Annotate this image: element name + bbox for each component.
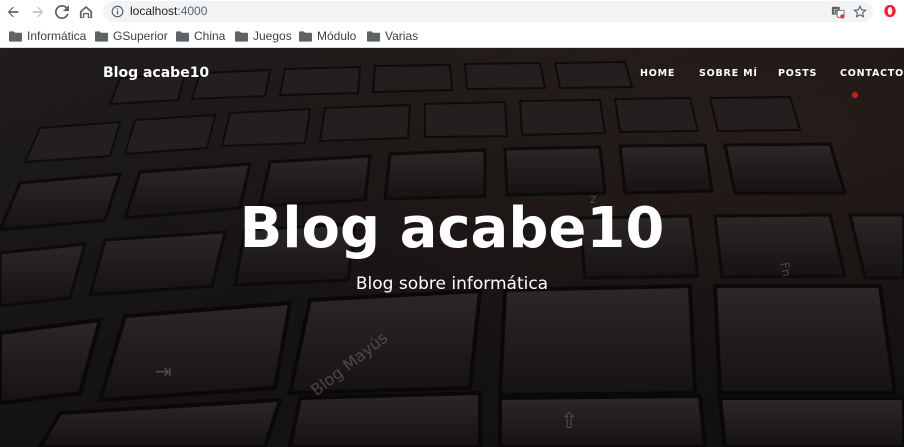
bookmark-label: GSuperior [113,29,168,43]
url-text[interactable]: localhost:4000 [130,4,207,18]
forward-button[interactable] [28,2,48,22]
bookmark-label: Módulo [317,29,357,43]
url-host: localhost [130,4,178,18]
translate-icon[interactable]: G [831,5,845,19]
folder-icon [95,30,108,42]
folder-icon [9,30,22,42]
opera-icon[interactable] [883,4,897,18]
bookmarks-bar: Informática GSuperior China Juegos Módul… [0,24,904,48]
bookmark-modulo[interactable]: Módulo [299,28,356,44]
bookmark-label: Informática [27,29,87,43]
nav-home-link[interactable]: HOME [640,68,675,79]
star-bookmark-icon[interactable] [853,5,867,19]
reload-icon [55,5,69,19]
bookmark-label: Juegos [253,29,292,43]
back-button[interactable] [3,2,23,22]
browser-toolbar: localhost:4000 G [0,0,904,24]
reload-button[interactable] [52,2,72,22]
bookmark-informatica[interactable]: Informática [9,28,86,44]
bookmark-gsuperior[interactable]: GSuperior [95,28,168,44]
nav-about-link[interactable]: SOBRE MÍ [699,68,758,79]
bookmark-china[interactable]: China [176,28,225,44]
folder-icon [299,30,312,42]
site-brand-link[interactable]: Blog acabe10 [103,65,209,81]
bookmark-label: China [194,29,226,43]
info-icon[interactable] [111,5,124,18]
home-icon [79,5,93,19]
bookmark-label: Varias [385,29,419,43]
bookmark-juegos[interactable]: Juegos [235,28,292,44]
nav-posts-link[interactable]: POSTS [778,68,817,79]
address-bar[interactable]: localhost:4000 G [103,1,873,22]
folder-icon [235,30,248,42]
red-indicator-dot [852,92,858,98]
home-button[interactable] [76,2,96,22]
arrow-right-icon [32,6,44,18]
hero-subtitle: Blog sobre informática [355,274,549,294]
arrow-left-icon [7,6,19,18]
folder-icon [367,30,380,42]
hero-title: Blog acabe10 [239,196,665,261]
bookmark-varias[interactable]: Varias [367,28,418,44]
url-port: :4000 [177,4,208,18]
folder-icon [176,30,189,42]
nav-contact-link[interactable]: CONTACTO [840,68,904,79]
hero-section: Blog Mayús ⇥ ⇧ 0 z Fn Blog acabe10 HOME … [0,48,904,447]
